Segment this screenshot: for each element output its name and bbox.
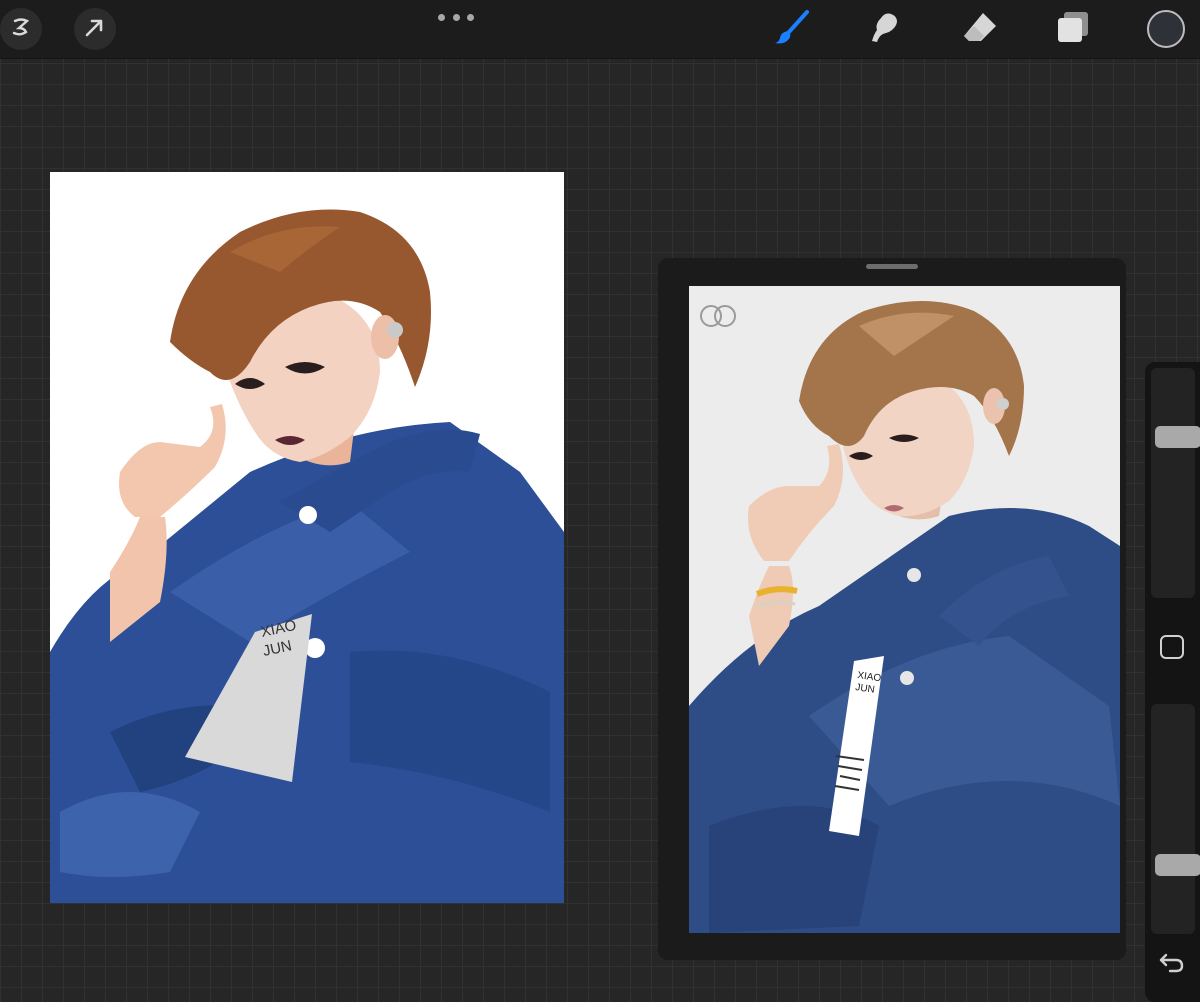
smudge-icon [867,8,905,50]
reference-panel[interactable]: XIAO JUN [658,258,1126,960]
square-outline-icon [1159,634,1185,664]
reference-photo-illustration: XIAO JUN [689,286,1120,933]
procreate-s-icon [10,16,32,42]
color-picker-button[interactable] [1147,10,1185,48]
drawing-canvas[interactable]: XIAO JUN [50,172,564,903]
ellipsis-icon[interactable] [438,8,474,26]
opacity-slider[interactable] [1151,704,1200,934]
layers-icon [1054,8,1092,50]
brush-size-thumb[interactable] [1155,426,1200,448]
undo-arrow-icon [1158,949,1186,981]
top-toolbar [0,0,1200,59]
gallery-button[interactable] [0,8,42,50]
paintbrush-icon [773,8,811,50]
cursor-arrow-icon [84,16,106,42]
eraser-icon [961,8,999,50]
brush-size-slider[interactable] [1151,368,1200,598]
brush-tool-button[interactable] [773,10,811,48]
sidebar [1145,362,1200,1002]
modify-button[interactable] [1159,634,1185,664]
undo-button[interactable] [1157,950,1187,980]
layers-button[interactable] [1054,10,1092,48]
opacity-thumb[interactable] [1155,854,1200,876]
actions-button[interactable] [74,8,116,50]
reference-drag-handle[interactable] [866,264,918,269]
reference-photo: XIAO JUN [689,286,1120,933]
smudge-tool-button[interactable] [867,10,905,48]
artwork-illustration: XIAO JUN [50,209,564,903]
eraser-tool-button[interactable] [961,10,999,48]
